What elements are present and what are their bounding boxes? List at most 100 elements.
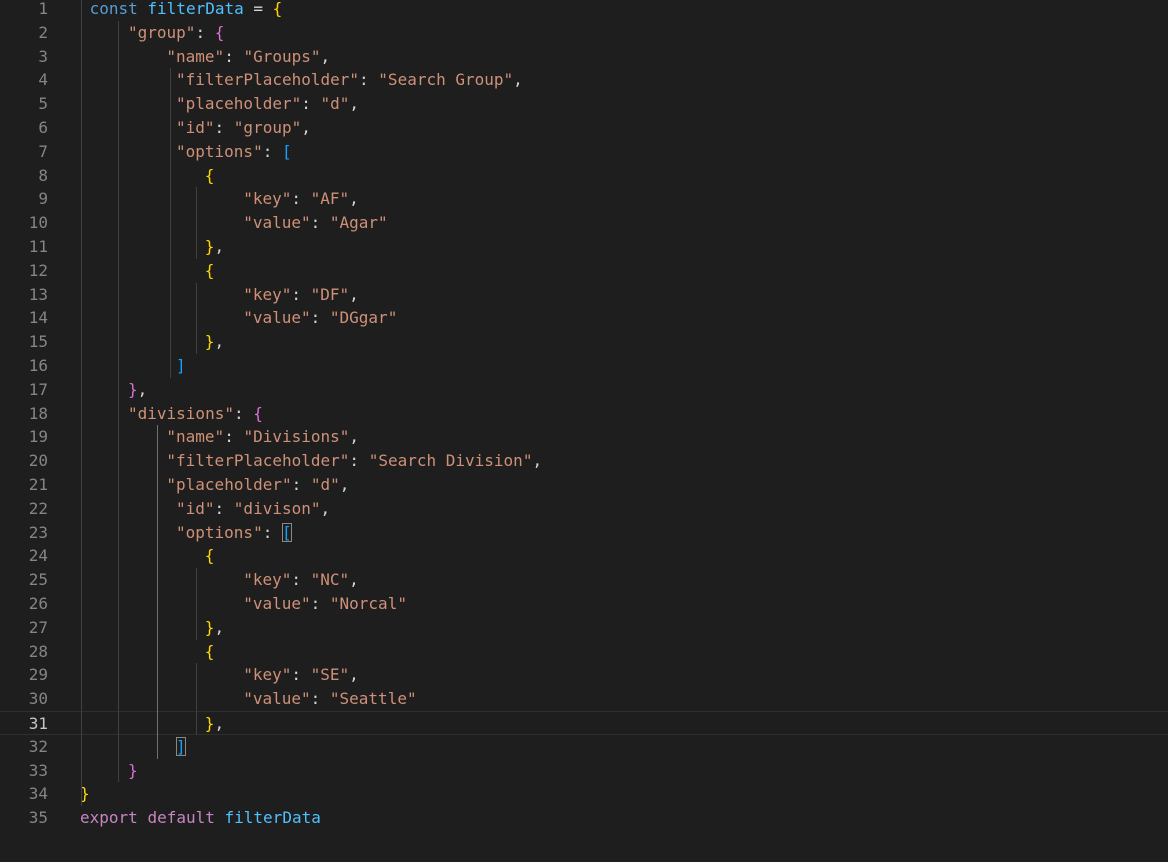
code-line[interactable]: 22 "id": "divison", (0, 497, 1168, 521)
line-number: 7 (38, 141, 48, 161)
code-token: : (291, 284, 311, 304)
code-token: , (214, 714, 225, 733)
code-line[interactable]: 18 "divisions": { (0, 402, 1168, 426)
code-token: , (349, 189, 359, 209)
code-line[interactable]: 19 "name": "Divisions", (0, 425, 1168, 449)
code-token: } (204, 332, 215, 352)
code-text: "placeholder": "d", (166, 473, 349, 497)
code-token: [ (281, 522, 292, 542)
code-line[interactable]: 28 { (0, 640, 1168, 664)
code-text: } (128, 759, 138, 783)
code-line[interactable]: 26 "value": "Norcal" (0, 592, 1168, 616)
code-text: }, (205, 330, 224, 354)
code-token: "DF" (310, 284, 350, 304)
code-text: "group": { (128, 21, 224, 45)
code-line[interactable]: 3 "name": "Groups", (0, 45, 1168, 69)
code-line[interactable]: 35 export default filterData (0, 806, 1168, 830)
line-number: 29 (28, 665, 48, 685)
code-token: "Agar" (329, 213, 388, 233)
indent-guide (196, 568, 197, 640)
code-text: "options": [ (176, 521, 292, 545)
code-token: , (214, 332, 225, 352)
indent-guide (196, 187, 197, 259)
code-line[interactable]: 2 "group": { (0, 21, 1168, 45)
line-number: 33 (28, 760, 48, 780)
code-line[interactable]: 5 "placeholder": "d", (0, 92, 1168, 116)
code-token: "placeholder" (176, 94, 302, 114)
code-token: "Search Division" (368, 451, 533, 471)
code-line[interactable]: 17}, (0, 378, 1168, 402)
code-token: { (272, 0, 283, 18)
code-text: ] (176, 735, 186, 759)
code-token: : (291, 665, 311, 685)
code-token: : (291, 475, 311, 494)
code-line[interactable]: 4 "filterPlaceholder": "Search Group", (0, 68, 1168, 92)
code-line[interactable]: 1 const filterData = { (0, 0, 1168, 21)
code-text: "value": "Seattle" (243, 687, 416, 711)
code-token: "Seattle" (329, 689, 417, 709)
code-line[interactable]: 15}, (0, 330, 1168, 354)
code-line[interactable]: 10 "value": "Agar" (0, 211, 1168, 235)
code-token: , (320, 46, 331, 66)
line-number: 11 (28, 237, 48, 256)
code-line[interactable]: 7 "options": [ (0, 140, 1168, 164)
code-line[interactable]: 13 "key": "DF", (0, 283, 1168, 307)
line-number: 14 (28, 308, 48, 328)
code-token: "options" (176, 141, 263, 161)
code-token: : (214, 498, 234, 518)
line-number: 35 (28, 808, 48, 828)
code-token: : (359, 70, 379, 90)
code-line[interactable]: 12 { (0, 259, 1168, 283)
code-text: }, (205, 712, 224, 736)
code-line[interactable]: 20 "filterPlaceholder": "Search Division"… (0, 449, 1168, 473)
code-token: : (310, 213, 330, 233)
code-line[interactable]: 25 "key": "NC", (0, 568, 1168, 592)
line-number: 27 (28, 617, 48, 637)
line-number: 2 (38, 22, 48, 42)
line-number: 13 (28, 284, 48, 304)
code-line[interactable]: 23 "options": [ (0, 521, 1168, 545)
code-text: { (205, 544, 215, 568)
code-token: : (310, 594, 330, 613)
code-line[interactable]: 32] (0, 735, 1168, 759)
code-token: { (204, 165, 215, 185)
code-token: "AF" (310, 189, 350, 209)
code-line[interactable]: 29 "key": "SE", (0, 663, 1168, 687)
code-line[interactable]: 27}, (0, 616, 1168, 640)
code-line[interactable]: 31}, (0, 711, 1168, 735)
code-line[interactable]: 6 "id": "group", (0, 116, 1168, 140)
code-token: , (349, 570, 359, 590)
code-token: "filterPlaceholder" (166, 451, 350, 471)
code-token: "d" (320, 94, 350, 114)
line-number: 30 (28, 689, 48, 709)
code-token: "Groups" (243, 46, 321, 66)
code-line[interactable]: 30 "value": "Seattle" (0, 687, 1168, 711)
code-line[interactable]: 34} (0, 782, 1168, 806)
code-text: { (205, 164, 215, 188)
indent-guide (196, 282, 197, 354)
code-token: "name" (166, 427, 225, 447)
code-token: ] (176, 356, 186, 375)
code-line[interactable]: 16] (0, 354, 1168, 378)
code-line[interactable]: 33} (0, 759, 1168, 783)
code-token: } (128, 760, 138, 780)
code-token: , (301, 118, 311, 137)
code-text: }, (128, 378, 147, 402)
code-line[interactable]: 24 { (0, 544, 1168, 568)
code-token: : (214, 118, 234, 137)
code-text: "placeholder": "d", (176, 92, 359, 116)
code-token: filterData (147, 0, 244, 18)
code-line[interactable]: 21 "placeholder": "d", (0, 473, 1168, 497)
code-line[interactable]: 9 "key": "AF", (0, 187, 1168, 211)
code-line[interactable]: 14 "value": "DGgar" (0, 306, 1168, 330)
code-text: "id": "divison", (176, 497, 330, 521)
code-line[interactable]: 11}, (0, 235, 1168, 259)
code-line[interactable]: 8{ (0, 164, 1168, 188)
code-text: "key": "NC", (243, 568, 359, 592)
line-number: 15 (28, 332, 48, 352)
code-token: "key" (243, 189, 292, 209)
code-editor[interactable]: 1 const filterData = {2 "group": {3 "name":… (0, 0, 1168, 862)
code-token: = (243, 0, 273, 18)
line-number: 20 (28, 451, 48, 471)
